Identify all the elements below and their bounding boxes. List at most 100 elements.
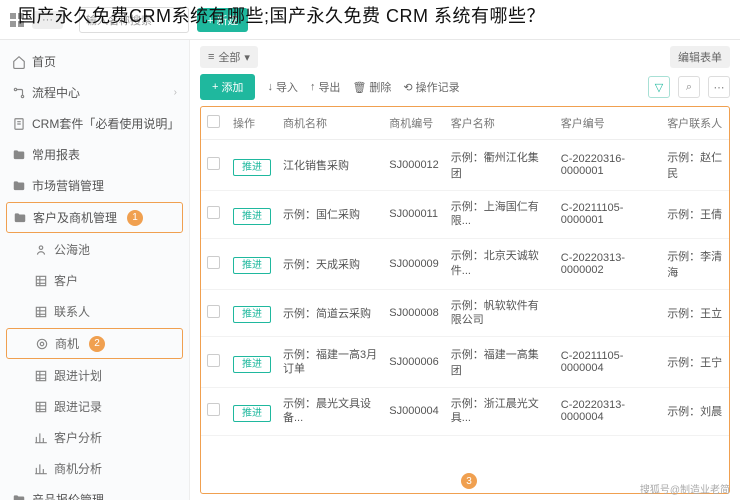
table-row[interactable]: 推进示例：福建一高3月订单SJ000006示例：福建一高集团C-20211105… (201, 337, 729, 388)
sidebar-label: 常用报表 (32, 146, 80, 163)
export-icon: ↑ (310, 81, 316, 93)
grid-icon (34, 274, 48, 288)
sidebar-label: 客户及商机管理 (33, 209, 117, 226)
data-table-container: 操作商机名称商机编号客户名称客户编号客户联系人 推进江化销售采购SJ000012… (200, 106, 730, 494)
person-icon (34, 243, 48, 257)
cell-cust-code (555, 289, 661, 337)
history-button[interactable]: ⟲操作记录 (403, 79, 459, 95)
checkbox-all[interactable] (207, 115, 220, 128)
row-checkbox[interactable] (207, 403, 220, 416)
sidebar-item[interactable]: 跟进计划 (0, 360, 189, 391)
add-button[interactable]: +添加 (200, 74, 255, 100)
clock-icon: ⟲ (403, 81, 412, 94)
edit-form-button[interactable]: 编辑表单 (670, 46, 730, 68)
delete-button[interactable]: 🗑删除 (352, 79, 391, 95)
push-button[interactable]: 推进 (233, 208, 271, 225)
row-checkbox[interactable] (207, 256, 220, 269)
column-header[interactable]: 商机编号 (383, 107, 445, 140)
table-row[interactable]: 推进江化销售采购SJ000012示例：衢州江化集团C-20220316-0000… (201, 140, 729, 191)
cell-cust-code: C-20220316-0000001 (555, 140, 661, 191)
sidebar-item[interactable]: 客户分析 (0, 422, 189, 453)
sidebar-label: 跟进记录 (54, 398, 102, 415)
list-icon: ≡ (208, 51, 214, 63)
row-checkbox[interactable] (207, 206, 220, 219)
cell-customer: 示例：帆软软件有限公司 (445, 289, 555, 337)
sidebar-item[interactable]: 常用报表 (0, 139, 189, 170)
cell-contact: 示例：赵仁民 (661, 140, 729, 191)
cell-customer: 示例：浙江晨光文具... (445, 388, 555, 436)
folder-icon (12, 179, 26, 193)
sidebar-item[interactable]: 客户 (0, 265, 189, 296)
cell-contact: 示例：王立 (661, 289, 729, 337)
column-header[interactable] (201, 107, 227, 140)
view-bar: ≡ 全部 ▾ 编辑表单 (200, 46, 730, 68)
cell-name: 示例：天成采购 (277, 238, 383, 289)
import-icon: ↓ (267, 81, 273, 93)
sidebar-item[interactable]: 客户及商机管理1 (6, 202, 183, 233)
chevron-right-icon: › (174, 87, 177, 98)
column-header[interactable]: 操作 (227, 107, 277, 140)
sidebar-item[interactable]: 首页 (0, 46, 189, 77)
cell-name: 示例：福建一高3月订单 (277, 337, 383, 388)
sidebar-item[interactable]: 跟进记录 (0, 391, 189, 422)
row-checkbox[interactable] (207, 305, 220, 318)
column-header[interactable]: 商机名称 (277, 107, 383, 140)
column-header[interactable]: 客户联系人 (661, 107, 729, 140)
chart-icon (34, 462, 48, 476)
content-area: ≡ 全部 ▾ 编辑表单 +添加 ↓导入 ↑导出 🗑删除 ⟲操作记录 ▽ ⌕ ⋯ … (190, 40, 740, 500)
table-row[interactable]: 推进示例：天成采购SJ000009示例：北京天诚软件...C-20220313-… (201, 238, 729, 289)
cell-code: SJ000009 (383, 238, 445, 289)
cell-customer: 示例：上海国仁有限... (445, 191, 555, 239)
target-icon (35, 337, 49, 351)
table-row[interactable]: 推进示例：晨光文具设备...SJ000004示例：浙江晨光文具...C-2022… (201, 388, 729, 436)
sidebar-item[interactable]: 联系人 (0, 296, 189, 327)
sidebar-label: 跟进计划 (54, 367, 102, 384)
sidebar: 首页流程中心 › CRM套件「必看使用说明」常用报表市场营销管理客户及商机管理1公海… (0, 40, 190, 500)
flow-icon (12, 86, 26, 100)
sidebar-item[interactable]: 公海池 (0, 234, 189, 265)
sidebar-item[interactable]: CRM套件「必看使用说明」 (0, 108, 189, 139)
chevron-down-icon: ▾ (244, 51, 250, 64)
cell-code: SJ000006 (383, 337, 445, 388)
chart-icon (34, 431, 48, 445)
trash-icon: 🗑 (352, 81, 366, 94)
push-button[interactable]: 推进 (233, 356, 271, 373)
sidebar-item[interactable]: 商机分析 (0, 453, 189, 484)
sidebar-label: 商机 (55, 335, 79, 352)
sidebar-item[interactable]: 流程中心 › (0, 77, 189, 108)
push-button[interactable]: 推进 (233, 405, 271, 422)
cell-cust-code: C-20211105-0000004 (555, 337, 661, 388)
table-row[interactable]: 推进示例：国仁采购SJ000011示例：上海国仁有限...C-20211105-… (201, 191, 729, 239)
export-button[interactable]: ↑导出 (310, 79, 341, 95)
search-icon[interactable]: ⌕ (678, 76, 700, 98)
grid-icon (34, 305, 48, 319)
view-label: 全部 (218, 49, 240, 65)
page-overlay-title: 国产永久免费CRM系统有哪些;国产永久免费 CRM 系统有哪些？ (18, 2, 545, 28)
badge: 2 (89, 336, 105, 352)
sidebar-label: 流程中心 (32, 84, 80, 101)
view-selector[interactable]: ≡ 全部 ▾ (200, 46, 258, 68)
column-header[interactable]: 客户编号 (555, 107, 661, 140)
doc-icon (12, 117, 26, 131)
sidebar-label: 首页 (32, 53, 56, 70)
filter-icon[interactable]: ▽ (648, 76, 670, 98)
sidebar-item[interactable]: 产品报价管理 (0, 484, 189, 500)
sidebar-item[interactable]: 商机 2 (6, 328, 183, 359)
cell-customer: 示例：衢州江化集团 (445, 140, 555, 191)
grid-icon (34, 400, 48, 414)
push-button[interactable]: 推进 (233, 257, 271, 274)
watermark: 搜狐号@制造业老简 (640, 481, 730, 496)
row-checkbox[interactable] (207, 354, 220, 367)
grid-icon (34, 369, 48, 383)
column-header[interactable]: 客户名称 (445, 107, 555, 140)
import-button[interactable]: ↓导入 (267, 79, 298, 95)
more-icon[interactable]: ⋯ (708, 76, 730, 98)
push-button[interactable]: 推进 (233, 306, 271, 323)
push-button[interactable]: 推进 (233, 159, 271, 176)
toolbar: +添加 ↓导入 ↑导出 🗑删除 ⟲操作记录 ▽ ⌕ ⋯ (200, 74, 730, 100)
table-row[interactable]: 推进示例：简道云采购SJ000008示例：帆软软件有限公司示例：王立 (201, 289, 729, 337)
cell-name: 示例：国仁采购 (277, 191, 383, 239)
sidebar-item[interactable]: 市场营销管理 (0, 170, 189, 201)
cell-name: 示例：简道云采购 (277, 289, 383, 337)
row-checkbox[interactable] (207, 157, 220, 170)
